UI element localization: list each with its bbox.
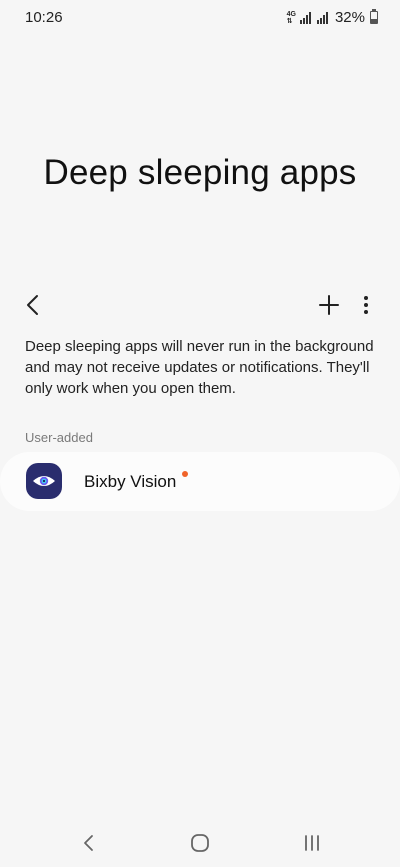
plus-icon (319, 295, 339, 315)
status-bar: 10:26 4G ⇅ 32% (0, 0, 400, 36)
toolbar (0, 282, 400, 326)
nav-back-icon (84, 835, 93, 851)
app-list-item[interactable]: Bixby Vision (0, 452, 400, 511)
bixby-vision-icon (26, 463, 62, 499)
status-time: 10:26 (25, 9, 63, 26)
status-indicators: 4G ⇅ 32% (287, 9, 378, 26)
back-button[interactable] (16, 288, 50, 322)
battery-icon (370, 9, 378, 24)
battery-percent: 32% (334, 9, 365, 26)
nav-back-button[interactable] (72, 826, 106, 860)
network-type-text: 4G (286, 10, 296, 18)
nav-home-button[interactable] (183, 826, 217, 860)
nav-recents-icon (305, 835, 319, 851)
battery-fill (371, 19, 377, 23)
navigation-bar (0, 820, 400, 864)
network-type-label: 4G ⇅ (287, 11, 296, 25)
app-name: Bixby Vision (84, 472, 177, 491)
section-header: User-added (25, 430, 93, 445)
add-button[interactable] (312, 288, 346, 322)
network-activity-icon: ⇅ (286, 17, 293, 25)
signal-icon (299, 11, 311, 24)
nav-recents-button[interactable] (295, 826, 329, 860)
more-vertical-icon (364, 296, 368, 314)
nav-home-icon (191, 834, 209, 852)
chevron-left-icon (27, 295, 38, 315)
description-text: Deep sleeping apps will never run in the… (25, 338, 374, 397)
signal-icon-sim2 (316, 11, 328, 24)
notification-badge (182, 471, 188, 477)
more-options-button[interactable] (352, 288, 380, 322)
page-title: Deep sleeping apps (43, 153, 357, 192)
